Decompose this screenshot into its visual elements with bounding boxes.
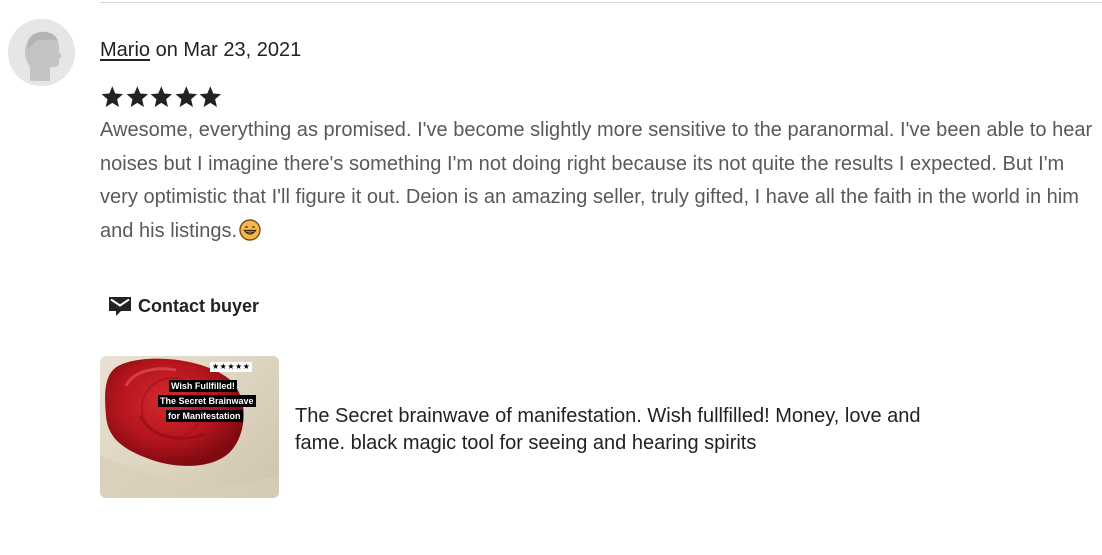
star-icon [175,86,197,107]
review-header: Mario on Mar 23, 2021 [100,37,301,63]
listing-thumbnail[interactable]: ★★★★★ Wish Fullfilled! The Secret Brainw… [100,356,279,498]
envelope-icon [109,297,131,316]
star-icon [101,86,124,107]
reviewer-name-link[interactable]: Mario [100,39,150,61]
review-date: on Mar 23, 2021 [150,39,302,61]
wax-seal-image [100,358,279,498]
star-rating [100,84,223,112]
divider [100,2,1102,3]
listing-title-link[interactable]: The Secret brainwave of manifestation. W… [295,403,935,457]
review-text: Awesome, everything as promised. I've be… [100,114,1100,248]
thumbnail-caption-line: for Manifestation [166,410,243,422]
contact-buyer-label: Contact buyer [138,295,260,316]
review-card: Mario on Mar 23, 2021 Awesome, everythin… [0,0,1102,555]
star-icon [199,86,222,107]
listing-card[interactable]: ★★★★★ Wish Fullfilled! The Secret Brainw… [100,356,921,498]
default-avatar-icon [8,19,75,86]
thumbnail-caption-line: Wish Fullfilled! [169,380,237,392]
thumbnail-rating-badge: ★★★★★ [210,362,253,372]
grinning-face-emoji-icon [239,218,261,241]
avatar[interactable] [8,19,75,86]
star-icon [150,86,173,107]
star-icon [126,86,148,107]
thumbnail-caption-line: The Secret Brainwave [158,395,256,407]
contact-buyer-button[interactable]: Contact buyer [108,293,259,319]
